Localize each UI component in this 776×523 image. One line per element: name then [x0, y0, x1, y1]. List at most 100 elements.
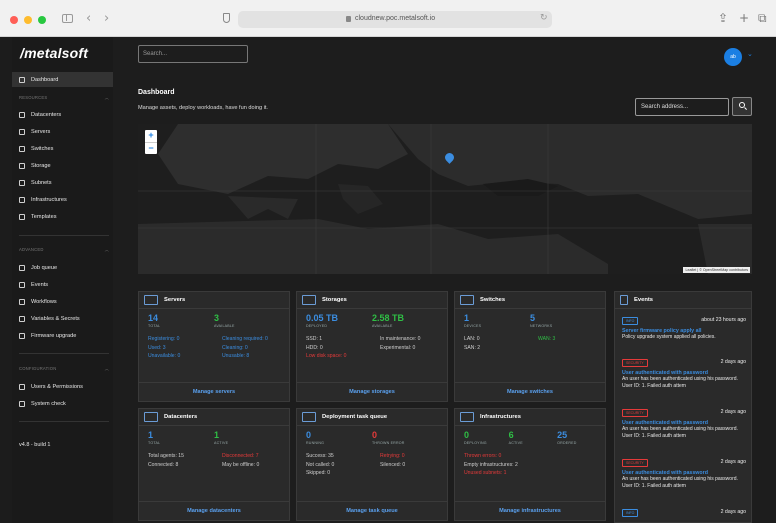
- sidebar-item-users-permissions[interactable]: Users & Permissions: [12, 379, 113, 394]
- event-description: An user has been authenticated using his…: [622, 426, 738, 439]
- card-title: Storages: [322, 297, 347, 303]
- address-bar[interactable]: cloudnew.poc.metalsoft.io ↻: [238, 11, 552, 28]
- version-label: v4.8 - build 1: [19, 442, 51, 448]
- event-item[interactable]: SECURITY 2 days ago User authenticated w…: [622, 409, 746, 439]
- map-attribution[interactable]: Leaflet | © OpenStreetMap contributors: [683, 267, 750, 273]
- sidebar-item-dashboard[interactable]: Dashboard: [12, 72, 113, 87]
- kpi-value: 25: [557, 430, 568, 440]
- stat: Unused subnets: 1: [464, 470, 507, 477]
- kpi-value: 0: [372, 430, 378, 440]
- section-title: ADVANCED: [19, 247, 44, 252]
- sidebar-item-job-queue[interactable]: Job queue: [12, 260, 113, 275]
- zoom-in-button[interactable]: +: [145, 130, 157, 142]
- share-icon[interactable]: ⇪: [718, 11, 728, 25]
- sidebar-item-storage[interactable]: Storage: [12, 158, 113, 173]
- event-badge: INFO: [622, 317, 639, 325]
- event-item[interactable]: SECURITY 2 days ago User authenticated w…: [622, 359, 746, 389]
- url-text: cloudnew.poc.metalsoft.io: [355, 15, 436, 22]
- forward-icon[interactable]: ›: [104, 11, 109, 26]
- home-icon: [19, 76, 25, 83]
- stat: Unavailable: 0: [148, 353, 181, 360]
- switches-card: Switches 1 DEVICES 5 NETWORKS LAN: 0 WAN: …: [454, 291, 606, 402]
- close-window-button[interactable]: [10, 16, 18, 24]
- kpi-value: 14: [148, 313, 159, 323]
- address-search-input[interactable]: Search address...: [635, 98, 729, 116]
- zoom-out-button[interactable]: −: [145, 142, 157, 154]
- building-icon: [144, 412, 158, 422]
- global-search-input[interactable]: Search...: [138, 45, 248, 63]
- manage-switches-link[interactable]: Manage switches: [455, 382, 605, 401]
- sidebar-item-templates[interactable]: Templates: [12, 209, 113, 224]
- manage-datacenters-link[interactable]: Manage datacenters: [139, 501, 289, 520]
- chevron-up-icon: ︿: [104, 247, 109, 252]
- privacy-shield-icon[interactable]: [223, 13, 230, 23]
- card-title: Datacenters: [164, 414, 198, 420]
- section-resources[interactable]: RESOURCES ︿: [19, 95, 109, 101]
- card-title: Infrastructures: [480, 414, 521, 420]
- sidebar-item-events[interactable]: Events: [12, 277, 113, 292]
- kpi-label: ACTIVE: [508, 441, 523, 445]
- sidebar-item-label: Events: [31, 281, 49, 288]
- world-map[interactable]: + − Leaflet | © OpenStreetMap contributo…: [138, 124, 752, 274]
- address-search-button[interactable]: [732, 97, 752, 116]
- stat: Not called: 0: [306, 461, 335, 468]
- manage-storages-link[interactable]: Manage storages: [297, 382, 447, 401]
- map-tiles: [138, 124, 752, 274]
- event-item[interactable]: SECURITY 2 days ago User authenticated w…: [622, 459, 746, 489]
- lock-icon: [346, 16, 351, 22]
- event-time: 2 days ago: [720, 459, 746, 465]
- kpi-value: 3: [214, 313, 220, 323]
- kpi-label: DEPLOYED: [306, 324, 328, 328]
- sidebar-item-datacenters[interactable]: Datacenters: [12, 107, 113, 122]
- section-configuration[interactable]: CONFIGURATION ︿: [19, 366, 109, 372]
- kpi-value: 1: [148, 430, 154, 440]
- sidebar: /metalsoft Dashboard RESOURCES ︿ Datacen…: [12, 37, 113, 523]
- event-badge: INFO: [622, 509, 639, 517]
- manage-task-queue-link[interactable]: Manage task queue: [297, 501, 447, 520]
- kpi-value: 1: [464, 313, 470, 323]
- switch-icon: [19, 145, 25, 152]
- sidebar-item-variables-secrets[interactable]: Variables & Secrets: [12, 311, 113, 326]
- stat: Skipped: 0: [306, 470, 331, 477]
- manage-infrastructures-link[interactable]: Manage infrastructures: [455, 501, 605, 520]
- stat: May be offline: 0: [222, 461, 260, 468]
- back-icon[interactable]: ‹: [86, 11, 91, 26]
- flag-icon: [19, 281, 25, 288]
- server-icon: [144, 295, 158, 305]
- kpi-label: DEVICES: [464, 324, 482, 328]
- tabs-overview-icon[interactable]: ⧉: [758, 11, 767, 26]
- sidebar-item-system-check[interactable]: System check: [12, 396, 113, 411]
- sidebar-item-label: Workflows: [31, 298, 57, 305]
- chevron-down-icon[interactable]: ⌄: [747, 50, 753, 58]
- sidebar-item-switches[interactable]: Switches: [12, 141, 113, 156]
- stat: Disconnected: 7: [222, 453, 259, 459]
- sidebar-toggle-icon[interactable]: [62, 14, 73, 23]
- sidebar-item-servers[interactable]: Servers: [12, 124, 113, 139]
- stat: Unusable: 8: [222, 353, 250, 360]
- kpi-value: 2.58 TB: [372, 313, 405, 323]
- event-description: Policy upgrade system applied all polici…: [622, 334, 716, 340]
- stat: SSD: 1: [306, 336, 323, 342]
- sidebar-item-firmware-upgrade[interactable]: Firmware upgrade: [12, 328, 113, 343]
- stat: LAN: 0: [464, 336, 480, 342]
- minimize-window-button[interactable]: [24, 16, 32, 24]
- sidebar-item-infrastructures[interactable]: Infrastructures: [12, 192, 113, 207]
- kpi-value: 0.05 TB: [306, 313, 339, 323]
- events-panel: Events INFO about 23 hours ago Server fi…: [614, 291, 752, 523]
- avatar[interactable]: ab: [724, 48, 742, 66]
- event-item[interactable]: INFO about 23 hours ago Server firmware …: [622, 317, 746, 341]
- server-icon: [19, 128, 25, 135]
- manage-servers-link[interactable]: Manage servers: [139, 382, 289, 401]
- metalsoft-logo[interactable]: /metalsoft: [20, 45, 88, 61]
- sidebar-item-label: Storage: [31, 162, 51, 169]
- page-title: Dashboard: [138, 89, 175, 96]
- reload-icon[interactable]: ↻: [540, 13, 548, 23]
- sidebar-item-workflows[interactable]: Workflows: [12, 294, 113, 309]
- event-item[interactable]: INFO 2 days ago: [622, 509, 746, 517]
- maximize-window-button[interactable]: [38, 16, 46, 24]
- new-tab-icon[interactable]: +: [739, 11, 749, 25]
- sidebar-item-subnets[interactable]: Subnets: [12, 175, 113, 190]
- subnet-icon: [19, 179, 25, 186]
- section-advanced[interactable]: ADVANCED ︿: [19, 247, 109, 253]
- card-title: Events: [634, 297, 654, 303]
